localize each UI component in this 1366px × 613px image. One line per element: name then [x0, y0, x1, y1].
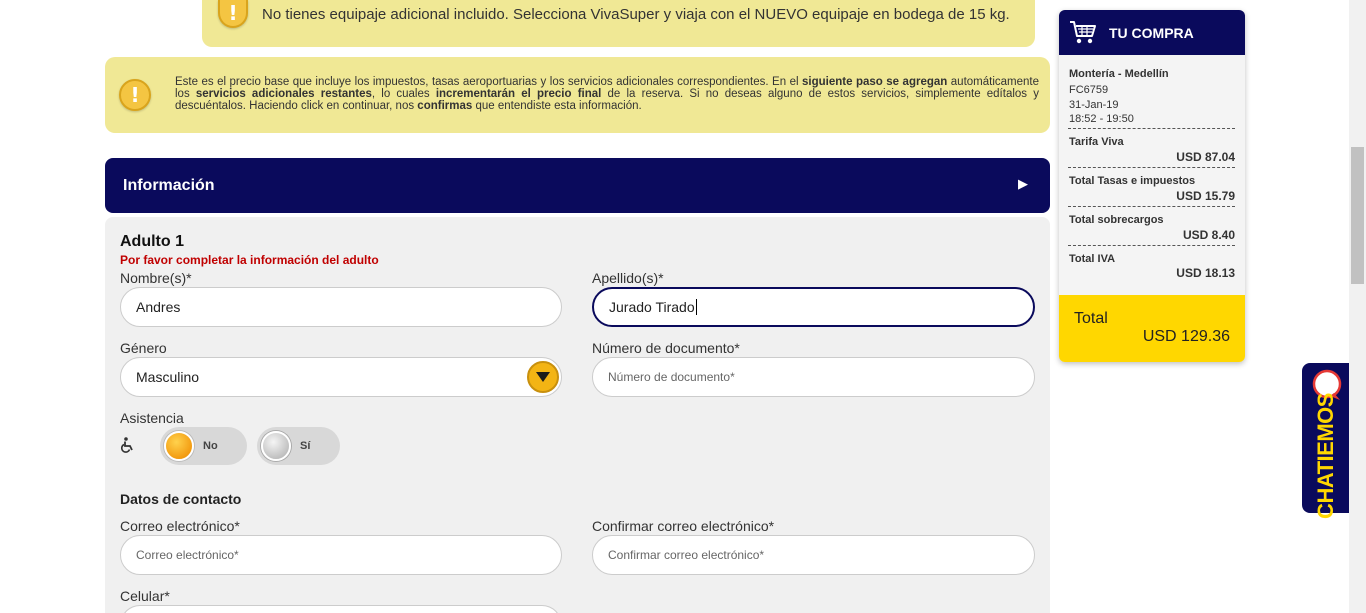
first-name-label: Nombre(s)*	[120, 270, 192, 286]
assistance-yes-toggle[interactable]: Sí	[257, 427, 340, 465]
assistance-yes-label: Sí	[300, 440, 311, 452]
radio-unselected-icon	[261, 431, 291, 461]
text-caret	[695, 299, 697, 315]
radio-selected-icon	[164, 431, 194, 461]
email-confirm-label: Confirmar correo electrónico*	[592, 518, 775, 534]
total-value: USD 129.36	[1142, 328, 1230, 345]
gender-label: Género	[120, 340, 167, 356]
last-name-value: Jurado Tirado	[609, 299, 695, 315]
page-scrollbar[interactable]	[1349, 0, 1366, 613]
gender-value: Masculino	[136, 369, 200, 385]
chat-tab[interactable]: CHATIEMOS	[1302, 363, 1350, 519]
chat-label: CHATIEMOS	[1313, 393, 1338, 519]
fare-value: USD 87.04	[1176, 150, 1235, 164]
taxes-value: USD 15.79	[1176, 189, 1235, 203]
email-confirm-input[interactable]: Confirmar correo electrónico*	[592, 535, 1035, 575]
luggage-notice-text: No tienes equipaje adicional incluido. S…	[262, 6, 1010, 23]
contact-data-title: Datos de contacto	[120, 491, 242, 507]
shopping-cart-icon	[1069, 20, 1097, 51]
last-name-label: Apellido(s)*	[592, 270, 664, 286]
dropdown-arrow-icon[interactable]	[527, 361, 559, 393]
divider	[1068, 167, 1235, 168]
chat-label-wrap: CHATIEMOS	[1302, 393, 1350, 519]
assistance-no-toggle[interactable]: No	[160, 427, 247, 465]
divider	[1068, 245, 1235, 246]
email-input[interactable]: Correo electrónico*	[120, 535, 562, 575]
gender-select[interactable]: Masculino	[120, 357, 562, 397]
fare-label: Tarifa Viva	[1069, 136, 1124, 148]
document-label: Número de documento*	[592, 340, 740, 356]
purchase-summary: TU COMPRA Montería - Medellín FC6759 31-…	[1059, 10, 1245, 362]
document-placeholder: Número de documento*	[608, 370, 735, 384]
email-confirm-placeholder: Confirmar correo electrónico*	[608, 548, 765, 562]
assistance-label: Asistencia	[120, 410, 184, 426]
flight-number: FC6759	[1069, 84, 1109, 96]
email-placeholder: Correo electrónico*	[136, 548, 239, 562]
first-name-input[interactable]: Andres	[120, 287, 562, 327]
price-notice-text: Este es el precio base que incluye los i…	[175, 76, 1039, 112]
taxes-label: Total Tasas e impuestos	[1069, 175, 1196, 187]
total-box: Total USD 129.36	[1059, 295, 1245, 362]
expand-arrow-icon[interactable]: ▶	[1018, 177, 1028, 192]
vat-value: USD 18.13	[1176, 266, 1235, 280]
total-label: Total	[1074, 310, 1108, 327]
information-title: Información	[123, 177, 215, 194]
adult-error-message: Por favor completar la información del a…	[120, 253, 379, 267]
purchase-summary-title: TU COMPRA	[1109, 25, 1194, 41]
divider	[1068, 128, 1235, 129]
surcharges-label: Total sobrecargos	[1069, 214, 1164, 226]
purchase-summary-header: TU COMPRA	[1059, 10, 1245, 55]
assistance-no-label: No	[203, 440, 218, 452]
adult-title: Adulto 1	[120, 233, 184, 250]
vat-label: Total IVA	[1069, 253, 1116, 265]
warning-icon: !	[119, 79, 151, 111]
last-name-input[interactable]: Jurado Tirado	[592, 287, 1035, 327]
phone-input[interactable]	[120, 605, 562, 613]
document-input[interactable]: Número de documento*	[592, 357, 1035, 397]
email-label: Correo electrónico*	[120, 518, 240, 534]
divider	[1068, 206, 1235, 207]
first-name-value: Andres	[136, 299, 181, 315]
warning-icon: !	[218, 0, 248, 28]
information-section-header[interactable]: Información ▶	[105, 158, 1050, 213]
flight-time: 18:52 - 19:50	[1069, 113, 1134, 125]
scrollbar-thumb[interactable]	[1351, 147, 1364, 284]
wheelchair-icon	[120, 437, 135, 458]
surcharges-value: USD 8.40	[1182, 228, 1235, 242]
price-notice: ! Este es el precio base que incluye los…	[105, 57, 1050, 133]
flight-route: Montería - Medellín	[1069, 68, 1169, 80]
phone-label: Celular*	[120, 588, 170, 604]
luggage-notice: ! No tienes equipaje adicional incluido.…	[202, 0, 1035, 47]
flight-date: 31-Jan-19	[1069, 99, 1119, 111]
